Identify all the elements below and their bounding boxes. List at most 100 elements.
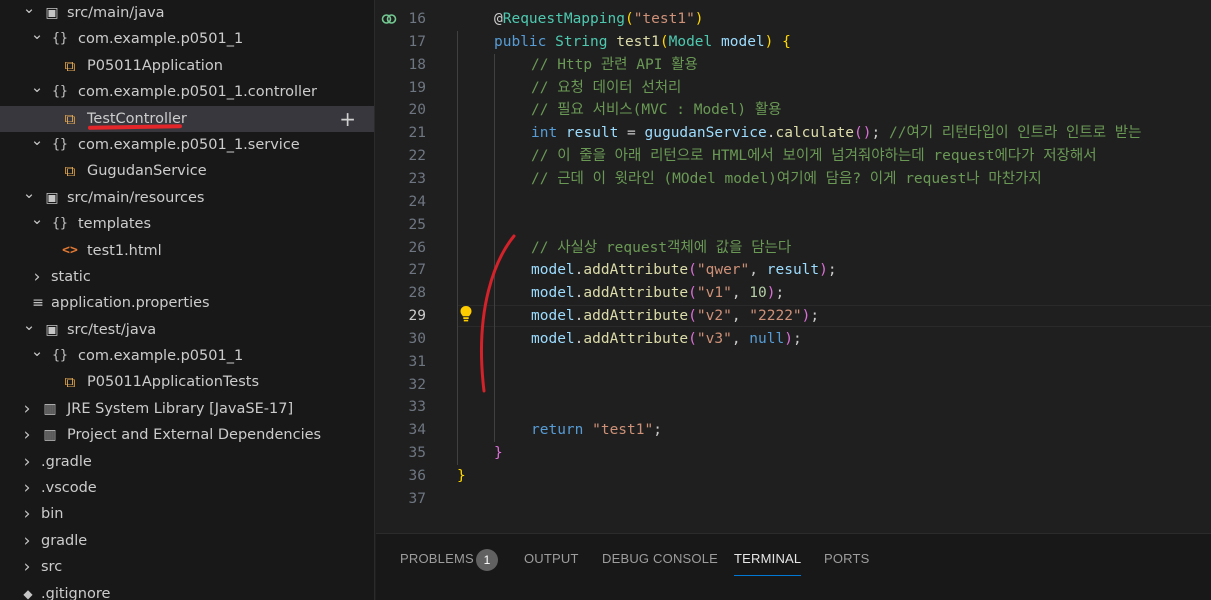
tab-terminal[interactable]: TERMINAL — [734, 551, 802, 576]
code-token: "v3" — [696, 330, 732, 347]
tree-item[interactable]: › gradle — [0, 528, 374, 554]
code-line[interactable]: 18 // Http 관련 API 활용 — [376, 54, 1211, 77]
folder-library-icon: ▣ — [45, 5, 59, 21]
code-text: // 요청 데이터 선처리 — [531, 77, 681, 100]
code-text: // 이 줄을 아래 리턴으로 HTML에서 보이게 넘겨줘야하는데 reque… — [531, 145, 1097, 168]
code-text: } — [494, 442, 503, 465]
chevron-down-icon[interactable]: ⌄ — [30, 21, 44, 47]
chevron-right-icon[interactable]: › — [20, 554, 34, 580]
code-token: ; — [871, 125, 889, 142]
code-editor[interactable]: 16 @RequestMapping("test1") 17 public Strin… — [376, 0, 1211, 533]
code-line[interactable]: 21 int result = gugudanService.calculate(… — [376, 122, 1211, 145]
code-text: // Http 관련 API 활용 — [531, 54, 698, 77]
line-number: 30 — [408, 330, 426, 347]
tab-ports[interactable]: PORTS — [824, 551, 870, 566]
tree-item[interactable]: ≡ application.properties — [0, 290, 374, 316]
code-line[interactable]: 16 @RequestMapping("test1") — [376, 8, 1211, 31]
code-token: ) — [694, 11, 704, 27]
code-line[interactable]: 36} — [376, 465, 1211, 488]
problems-count-badge: 1 — [476, 549, 498, 571]
chevron-down-icon[interactable]: ⌄ — [22, 180, 36, 206]
code-token: model — [721, 33, 765, 50]
code-line[interactable]: 17 public String test1(Model model) { — [376, 31, 1211, 54]
tab-debug-console[interactable]: DEBUG CONSOLE — [602, 551, 718, 566]
tree-item[interactable]: ⌄{} com.example.p0501_1 — [0, 342, 374, 369]
line-number: 24 — [408, 193, 426, 210]
tree-item[interactable]: ⧉ TestController + — [0, 105, 374, 132]
tree-item[interactable]: ⌄{} com.example.p0501_1.service — [0, 131, 374, 158]
code-token: ; — [827, 262, 837, 279]
code-line[interactable]: 35} — [376, 442, 1211, 465]
tree-item[interactable]: ⧉ P05011Application — [0, 53, 374, 79]
tree-item[interactable]: ⌄ ▣ src/main/java — [0, 0, 374, 26]
code-line[interactable]: 22 // 이 줄을 아래 리턴으로 HTML에서 보이게 넘겨줘야하는데 req… — [376, 145, 1211, 168]
package-icon: {} — [52, 216, 68, 232]
tree-item[interactable]: › static — [0, 264, 374, 290]
chevron-right-icon[interactable]: › — [20, 528, 34, 554]
chevron-down-icon[interactable]: ⌄ — [30, 74, 44, 100]
chevron-down-icon[interactable]: ⌄ — [22, 312, 36, 338]
code-line[interactable]: 23 // 근데 이 윗라인 (MOdel model)여기에 담음? 이게 re… — [376, 168, 1211, 191]
code-line[interactable]: 33 — [376, 396, 1211, 419]
tree-item[interactable]: › ▥ JRE System Library [JavaSE-17] — [0, 396, 374, 422]
code-token: "test1" — [592, 422, 654, 439]
code-token: addAttribute — [583, 285, 689, 302]
add-icon[interactable]: + — [339, 106, 356, 132]
tree-item-label: gradle — [41, 532, 88, 549]
chevron-down-icon[interactable]: ⌄ — [22, 0, 36, 21]
code-token: 10 — [749, 285, 767, 302]
code-token: Model — [668, 33, 721, 50]
code-token: gugudanService — [644, 125, 767, 142]
tree-item[interactable]: › .vscode — [0, 475, 374, 501]
tree-item-label: com.example.p0501_1 — [78, 348, 244, 365]
chevron-down-icon[interactable]: ⌄ — [30, 338, 44, 364]
tab-output[interactable]: OUTPUT — [524, 551, 579, 566]
chevron-right-icon[interactable]: › — [30, 264, 44, 290]
tree-item[interactable]: › .gradle — [0, 449, 374, 475]
tree-item[interactable]: ⧉ GugudanService — [0, 158, 374, 184]
line-number: 29 — [408, 308, 426, 325]
tree-item[interactable]: ⌄{} templates — [0, 210, 374, 237]
code-token: return — [531, 422, 593, 439]
tree-item[interactable]: ⧉ P05011ApplicationTests — [0, 369, 374, 395]
chevron-right-icon[interactable]: › — [20, 449, 34, 475]
tab-problems[interactable]: PROBLEMS — [400, 551, 474, 566]
code-token: , — [731, 285, 750, 302]
tree-item-label: bin — [41, 506, 64, 523]
code-line[interactable]: 37 — [376, 488, 1211, 511]
chevron-down-icon[interactable]: ⌄ — [30, 127, 44, 153]
code-line[interactable]: 24 — [376, 191, 1211, 214]
html-file-icon: <> — [62, 242, 78, 258]
tree-item[interactable]: ◆ .gitignore — [0, 581, 374, 600]
tree-item[interactable]: › bin — [0, 501, 374, 527]
tree-item[interactable]: ⌄{} com.example.p0501_1 — [0, 25, 374, 52]
tree-item[interactable]: <> test1.html — [0, 238, 374, 264]
code-token: } — [494, 445, 503, 462]
references-codelens-icon[interactable] — [380, 10, 398, 32]
tree-item-label: .vscode — [41, 480, 97, 497]
code-line[interactable]: 34 return "test1"; — [376, 419, 1211, 442]
code-token: "qwer" — [696, 262, 750, 279]
tree-item[interactable]: ⌄{} com.example.p0501_1.controller — [0, 78, 374, 105]
tree-item[interactable]: › src — [0, 554, 374, 580]
code-line[interactable]: 19 // 요청 데이터 선처리 — [376, 77, 1211, 100]
chevron-right-icon[interactable]: › — [20, 475, 34, 501]
lightbulb-icon[interactable] — [459, 305, 473, 327]
chevron-down-icon[interactable]: ⌄ — [30, 206, 44, 232]
chevron-right-icon[interactable]: › — [20, 396, 34, 422]
code-token: addAttribute — [583, 262, 689, 279]
tree-item-label: .gitignore — [41, 585, 111, 600]
tree-item[interactable]: ⌄ ▣ src/test/java — [0, 316, 374, 343]
code-token: ) — [784, 330, 793, 347]
line-number: 34 — [408, 422, 426, 439]
line-number: 27 — [408, 262, 426, 279]
chevron-right-icon[interactable]: › — [20, 501, 34, 527]
tree-item[interactable]: ⌄ ▣ src/main/resources — [0, 184, 374, 211]
tree-item[interactable]: › ▥ Project and External Dependencies — [0, 422, 374, 448]
code-token: // 요청 데이터 선처리 — [531, 79, 682, 96]
chevron-right-icon[interactable]: › — [20, 422, 34, 448]
code-line[interactable]: 20 // 필요 서비스(MVC : Model) 활용 — [376, 99, 1211, 122]
indent-guide — [457, 30, 458, 465]
code-token: ; — [653, 422, 662, 439]
